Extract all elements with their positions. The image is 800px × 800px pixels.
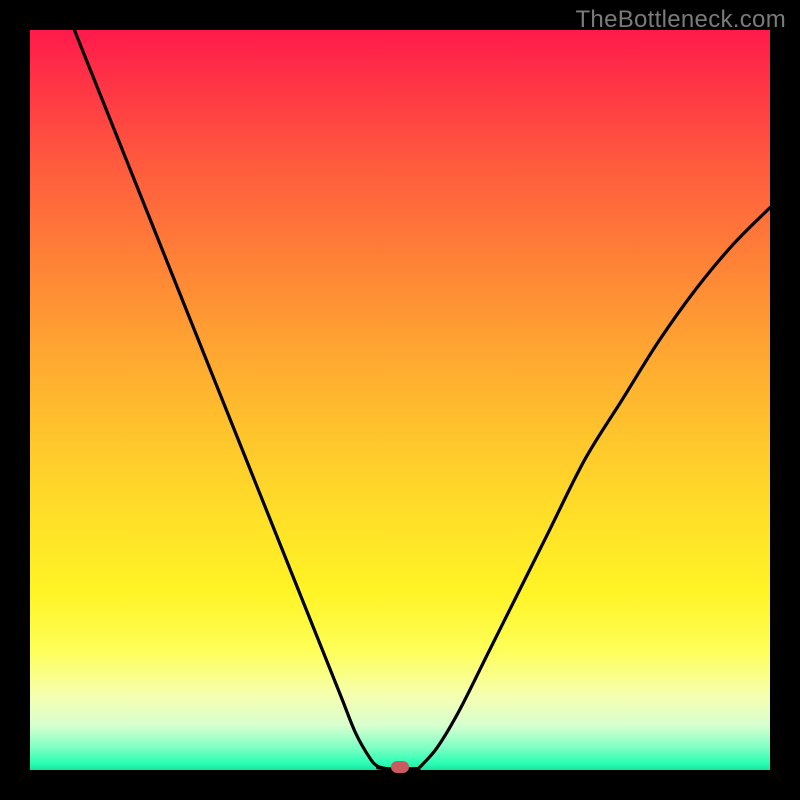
- curve-svg: [30, 30, 770, 770]
- min-marker: [391, 761, 409, 773]
- bottleneck-curve: [74, 30, 770, 770]
- watermark-text: TheBottleneck.com: [575, 6, 786, 34]
- chart-frame: TheBottleneck.com: [0, 0, 800, 800]
- plot-area: [30, 30, 770, 770]
